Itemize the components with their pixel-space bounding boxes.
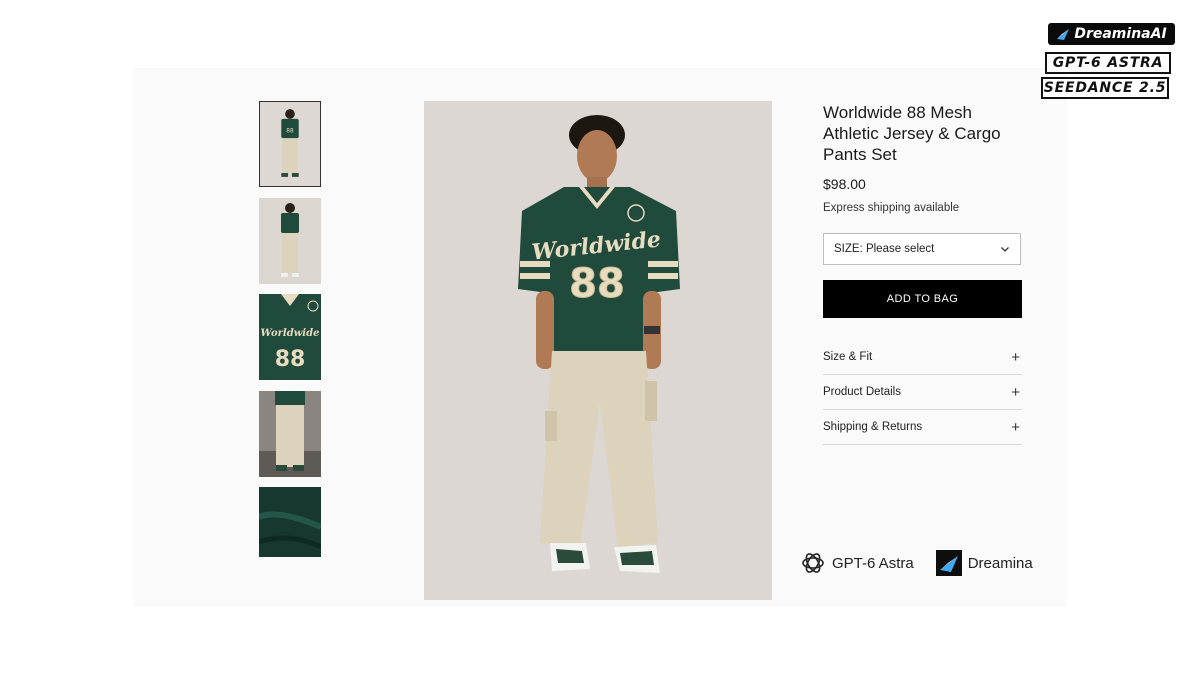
accordion-product-details[interactable]: Product Details + — [823, 375, 1022, 410]
model-illustration: Worldwide 88 — [424, 101, 772, 600]
product-info-panel: Worldwide 88 Mesh Athletic Jersey & Carg… — [823, 102, 1023, 445]
thumbnail-back[interactable] — [259, 198, 321, 284]
chevron-down-icon — [1001, 247, 1009, 252]
main-product-image[interactable]: Worldwide 88 — [424, 101, 772, 600]
accordion-size-fit[interactable]: Size & Fit + — [823, 340, 1022, 375]
product-price: $98.00 — [823, 176, 866, 192]
product-title-line-2: Athletic Jersey & Cargo — [823, 124, 1001, 143]
add-to-bag-button[interactable]: ADD TO BAG — [823, 280, 1022, 318]
plus-icon: + — [1011, 418, 1020, 436]
badge-dreamina-label: DreaminaAI — [1074, 26, 1167, 42]
accordion-label: Product Details — [823, 386, 901, 398]
dreamina-logo-icon — [935, 550, 962, 576]
product-title-line-1: Worldwide 88 Mesh — [823, 103, 972, 122]
jersey-number: 88 — [275, 347, 306, 372]
badge-dreamina: DreaminaAI — [1048, 23, 1175, 45]
plus-icon: + — [1011, 383, 1020, 401]
brand-gpt: GPT-6 Astra — [800, 550, 914, 576]
product-accordion: Size & Fit + Product Details + Shipping … — [823, 340, 1022, 445]
thumbnail-jersey-closeup[interactable]: Worldwide 88 — [259, 294, 321, 380]
thumbnail-front-image: 88 — [260, 102, 320, 186]
branding-strip: GPT-6 Astra Dreamina — [800, 545, 1060, 581]
shipping-note: Express shipping available — [823, 202, 960, 214]
dreamina-badge-icon — [1057, 29, 1070, 40]
badge-seedance: SEEDANCE 2.5 — [1041, 77, 1169, 99]
accordion-label: Size & Fit — [823, 351, 873, 363]
accordion-shipping-returns[interactable]: Shipping & Returns + — [823, 410, 1022, 445]
main-jersey-number: 88 — [569, 261, 625, 307]
size-select[interactable]: SIZE: Please select — [823, 233, 1021, 265]
thumbnail-front[interactable]: 88 — [259, 101, 321, 187]
plus-icon: + — [1011, 348, 1020, 366]
product-title: Worldwide 88 Mesh Athletic Jersey & Carg… — [823, 102, 1023, 165]
brand-dreamina: Dreamina — [935, 550, 1033, 576]
thumbnail-back-image — [259, 198, 321, 284]
svg-text:88: 88 — [286, 128, 294, 134]
brand-gpt-label: GPT-6 Astra — [832, 554, 914, 572]
thumbnail-pants-image — [259, 391, 321, 477]
product-page: 88 Worldwide 88 Worldwide 88 Worldwide 8… — [133, 68, 1067, 606]
thumbnail-fabric-image — [259, 487, 321, 557]
thumbnail-jersey-image: Worldwide 88 — [259, 294, 321, 380]
openai-logo-icon — [802, 553, 824, 573]
accordion-label: Shipping & Returns — [823, 421, 923, 433]
brand-dreamina-label: Dreamina — [967, 554, 1033, 572]
thumbnail-fabric-closeup[interactable] — [259, 487, 321, 557]
thumbnail-pants-closeup[interactable] — [259, 391, 321, 477]
badge-gpt-astra: GPT-6 ASTRA — [1045, 52, 1171, 74]
product-title-line-3: Pants Set — [823, 145, 897, 164]
jersey-wordmark: Worldwide — [261, 328, 320, 339]
size-select-value: SIZE: Please select — [834, 243, 935, 255]
